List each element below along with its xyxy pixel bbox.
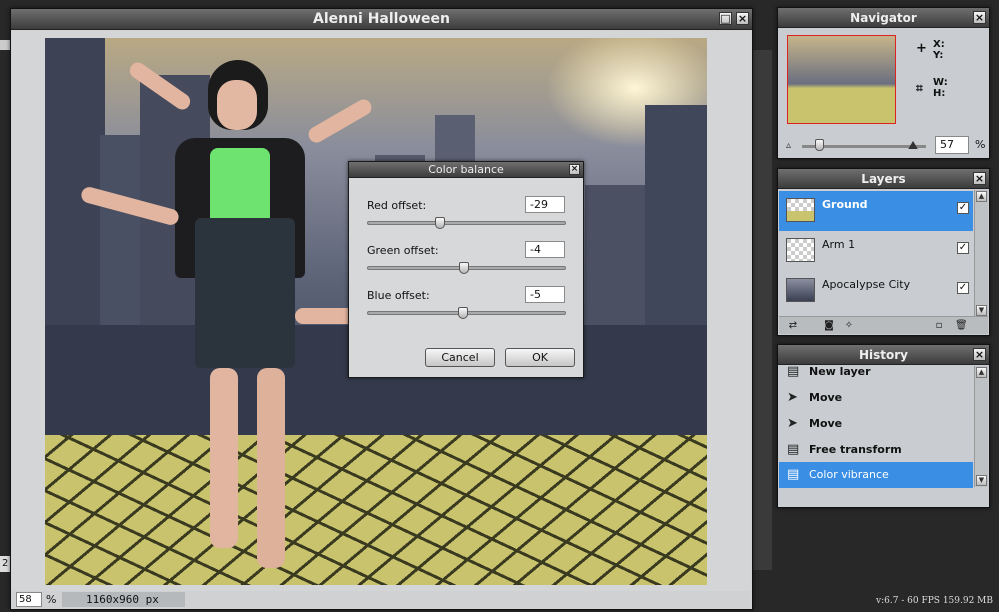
document-icon: ▤ xyxy=(787,467,800,482)
history-label: New layer xyxy=(809,365,871,378)
layer-name: Arm 1 xyxy=(822,238,856,251)
zoom-out-icon[interactable]: ▵ xyxy=(786,140,791,151)
scroll-down-icon[interactable]: ▼ xyxy=(976,305,987,316)
navigator-w-label: W: xyxy=(933,77,948,88)
layer-row-ground[interactable]: Ground ✓ xyxy=(779,191,973,231)
history-label: Free transform xyxy=(809,443,902,456)
navigator-titlebar[interactable]: Navigator × xyxy=(778,8,989,28)
layers-title: Layers xyxy=(861,172,906,186)
scroll-up-icon[interactable]: ▲ xyxy=(976,367,987,378)
history-label: Color vibrance xyxy=(809,468,889,481)
navigator-close-icon[interactable]: × xyxy=(973,11,986,24)
layer-visibility-checkbox[interactable]: ✓ xyxy=(957,242,969,254)
person-leg xyxy=(257,368,285,568)
navigator-x-label: X: xyxy=(933,39,945,50)
person-top xyxy=(210,148,270,228)
navigator-title: Navigator xyxy=(850,11,917,25)
layer-row-apocalypse-city[interactable]: Apocalypse City ✓ xyxy=(779,271,973,311)
navigator-panel: Navigator × + X: Y: ⌗ W: H: ▵ ⛰ 57 % xyxy=(777,7,990,159)
person-face xyxy=(217,80,257,130)
green-offset-slider[interactable] xyxy=(367,262,566,274)
maximize-icon[interactable]: □ xyxy=(719,12,732,25)
green-offset-slider-thumb[interactable] xyxy=(458,262,469,274)
layer-thumbnail xyxy=(786,238,815,262)
layer-thumbnail xyxy=(786,198,815,222)
layer-name: Apocalypse City xyxy=(822,278,911,291)
move-arrow-icon: ➤ xyxy=(787,416,798,431)
ok-button[interactable]: OK xyxy=(505,348,575,367)
layers-panel: Layers × Ground ✓ Arm 1 ✓ Apocalypse Cit… xyxy=(777,168,990,336)
person-leg xyxy=(210,368,238,548)
history-item[interactable]: ➤ Move xyxy=(779,411,973,437)
blue-offset-label: Blue offset: xyxy=(367,289,430,302)
blue-offset-input[interactable]: -5 xyxy=(525,286,565,303)
history-label: Move xyxy=(809,391,843,404)
document-icon: ▤ xyxy=(787,442,800,457)
green-offset-input[interactable]: -4 xyxy=(525,241,565,258)
layers-toolbar: ⇄ ◙ ✧ ▫ 🗑 xyxy=(779,316,988,334)
history-label: Move xyxy=(809,417,843,430)
history-scrollbar[interactable]: ▲ ▼ xyxy=(974,366,988,487)
zoom-in-icon[interactable]: ⛰ xyxy=(908,138,918,153)
layer-name: Ground xyxy=(822,198,868,211)
person-overalls xyxy=(195,218,295,368)
layer-thumbnail xyxy=(786,278,815,302)
navigator-y-label: Y: xyxy=(933,50,944,61)
left-edge-value: 2 xyxy=(0,556,10,572)
navigator-zoom-input[interactable]: 57 xyxy=(935,136,969,154)
red-offset-label: Red offset: xyxy=(367,199,427,212)
color-balance-dialog: Color balance × Red offset: -29 Green of… xyxy=(348,161,584,378)
dialog-titlebar[interactable]: Color balance × xyxy=(349,162,583,178)
delete-layer-icon[interactable]: 🗑 xyxy=(955,320,968,331)
crosshair-icon: + xyxy=(916,41,927,56)
layer-visibility-checkbox[interactable]: ✓ xyxy=(957,202,969,214)
zoom-input[interactable]: 58 xyxy=(16,592,42,607)
layer-row-arm-1[interactable]: Arm 1 ✓ xyxy=(779,231,973,271)
layers-titlebar[interactable]: Layers × xyxy=(778,169,989,189)
red-offset-slider-thumb[interactable] xyxy=(435,217,446,229)
left-window-edge xyxy=(0,40,10,50)
scroll-up-icon[interactable]: ▲ xyxy=(976,191,987,202)
green-offset-label: Green offset: xyxy=(367,244,439,257)
scroll-down-icon[interactable]: ▼ xyxy=(976,475,987,486)
navigator-zoom-unit: % xyxy=(975,138,986,151)
document-title: Alenni Halloween xyxy=(312,11,450,27)
dialog-title: Color balance xyxy=(428,163,504,176)
cancel-button[interactable]: Cancel xyxy=(425,348,495,367)
background-gap xyxy=(752,50,772,570)
history-panel: History × ▤ New layer ➤ Move ➤ Move ▤ Fr… xyxy=(777,344,990,508)
close-icon[interactable]: × xyxy=(736,12,749,25)
history-close-icon[interactable]: × xyxy=(973,348,986,361)
image-dimensions: 1160x960 px xyxy=(62,592,185,607)
navigator-h-label: H: xyxy=(933,88,946,99)
status-bar: 58 % 1160x960 px xyxy=(12,591,751,608)
navigator-thumbnail[interactable] xyxy=(787,35,896,124)
document-icon: ▤ xyxy=(787,364,800,379)
zoom-unit: % xyxy=(46,593,57,606)
layer-visibility-checkbox[interactable]: ✓ xyxy=(957,282,969,294)
dialog-close-icon[interactable]: × xyxy=(569,164,580,175)
cracked-ground xyxy=(45,435,707,585)
blue-offset-slider[interactable] xyxy=(367,307,566,319)
layer-effects-icon[interactable]: ✧ xyxy=(843,320,855,331)
layer-mask-icon[interactable]: ◙ xyxy=(823,320,835,331)
new-layer-icon[interactable]: ▫ xyxy=(933,320,945,331)
layers-close-icon[interactable]: × xyxy=(973,172,986,185)
blue-offset-slider-thumb[interactable] xyxy=(457,307,468,319)
extra-arm xyxy=(295,308,355,324)
fps-readout: v:6.7 - 60 FPS 159.92 MB xyxy=(875,596,993,606)
extra-arm xyxy=(305,96,375,146)
navigator-zoom-slider-thumb[interactable] xyxy=(815,139,824,151)
move-arrow-icon: ➤ xyxy=(787,390,798,405)
red-offset-input[interactable]: -29 xyxy=(525,196,565,213)
history-item[interactable]: ▤ New layer xyxy=(779,359,973,385)
selection-size-icon: ⌗ xyxy=(916,81,923,95)
red-offset-slider[interactable] xyxy=(367,217,566,229)
history-item-selected[interactable]: ▤ Color vibrance xyxy=(779,462,973,488)
layers-scrollbar[interactable]: ▲ ▼ xyxy=(974,190,988,317)
history-item[interactable]: ▤ Free transform xyxy=(779,437,973,463)
layer-settings-icon[interactable]: ⇄ xyxy=(787,320,799,331)
history-item[interactable]: ➤ Move xyxy=(779,385,973,411)
document-titlebar[interactable]: Alenni Halloween □ × xyxy=(11,9,752,30)
